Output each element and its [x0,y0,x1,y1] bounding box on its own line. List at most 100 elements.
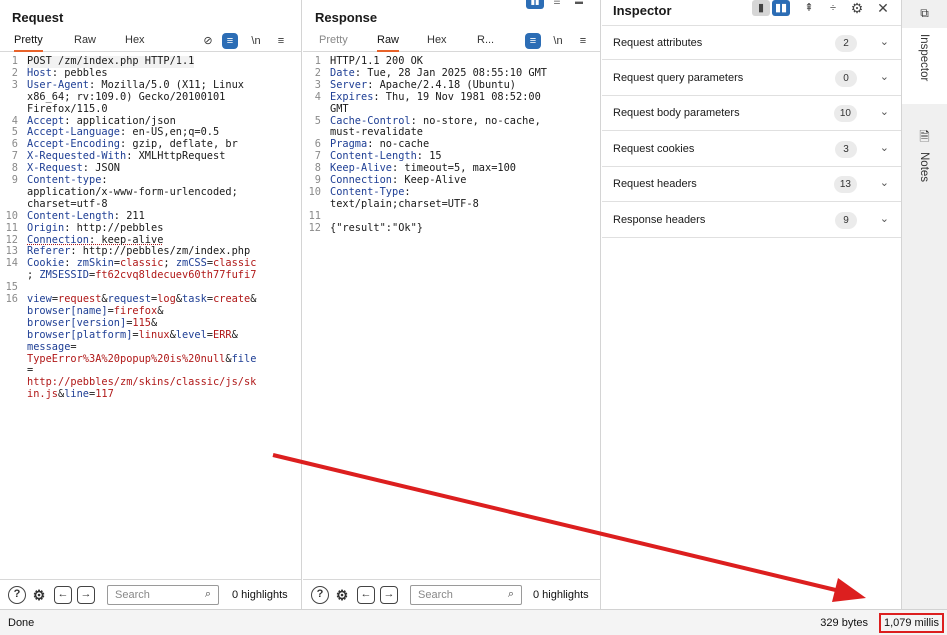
chevron-down-icon[interactable]: ⌄ [880,105,889,118]
message-actions-icon[interactable]: ≡ [525,33,541,49]
line-number: 3 [11,78,18,91]
response-search-input[interactable]: Search ⌕ [410,585,522,605]
chevron-down-icon[interactable]: ⌄ [880,212,889,225]
inspector-pane: Inspector ▮ ▮▮ ⇞ ÷ ⚙ ✕ Request attribute… [602,0,902,609]
previous-arrow-icon[interactable]: ← [357,586,375,604]
inspector-section-row[interactable]: Request query parameters 0 ⌄ [602,61,901,96]
status-text: Done [8,617,35,629]
message-actions-icon[interactable]: ≡ [222,33,238,49]
rail-tab-notes-label: Notes [918,152,930,183]
code-line: User-Agent: Mozilla/5.0 (X11; Linux [27,78,244,91]
inspector-count-badge: 2 [835,35,857,52]
highlights-count: 0 highlights [533,589,589,601]
rail-top-icon[interactable]: ⧉ [902,6,947,21]
settings-gear-icon[interactable]: ⚙ [333,586,351,604]
tab-raw[interactable]: Raw [377,34,400,52]
next-arrow-icon[interactable]: → [77,586,95,604]
code-line: application/x-www-form-urlencoded; [27,185,238,198]
help-icon[interactable]: ? [8,586,26,604]
newline-toggle-icon[interactable]: \n [550,33,566,49]
help-icon[interactable]: ? [311,586,329,604]
inspector-section-row[interactable]: Request headers 13 ⌄ [602,167,901,202]
tab-render[interactable]: R... [477,34,494,50]
tab-hex[interactable]: Hex [125,34,145,50]
inspector-section-label: Request headers [613,178,697,190]
layout-vertical-icon[interactable]: ☰ [548,0,566,9]
inspector-section-row[interactable]: Request attributes 2 ⌄ [602,25,901,60]
chevron-down-icon[interactable]: ⌄ [880,70,889,83]
code-line: TypeError%3A%20popup%20is%20null&file [27,352,257,365]
inspector-section-label: Request attributes [613,37,703,49]
inspector-section-row[interactable]: Request cookies 3 ⌄ [602,132,901,167]
line-number: 12 [308,221,321,234]
layout-tabs-icon[interactable]: ▬ [570,0,588,9]
tab-raw[interactable]: Raw [74,34,96,50]
inspector-title: Inspector [613,3,672,18]
expand-all-icon[interactable]: ÷ [824,0,842,16]
tab-pretty[interactable]: Pretty [14,34,43,52]
inspector-count-badge: 10 [833,105,857,122]
inspector-section-label: Request body parameters [613,107,740,119]
layout-side-by-side-icon[interactable]: ▮▮ [526,0,544,9]
inspector-layout-icon[interactable]: ▮ [752,0,770,16]
inspector-header: Inspector ▮ ▮▮ ⇞ ÷ ⚙ ✕ [602,0,901,22]
search-placeholder: Search [418,589,453,601]
code-line: Expires: Thu, 19 Nov 1981 08:52:00 [330,90,541,103]
next-arrow-icon[interactable]: → [380,586,398,604]
code-line: text/plain;charset=UTF-8 [330,197,479,210]
inspector-section-row[interactable]: Request body parameters 10 ⌄ [602,96,901,131]
tab-hex[interactable]: Hex [427,34,447,50]
line-number: 5 [314,114,321,127]
inspector-settings-icon[interactable]: ⚙ [848,0,866,16]
inspector-section-row[interactable]: Response headers 9 ⌄ [602,203,901,238]
inspector-section-label: Response headers [613,213,706,226]
newline-toggle-icon[interactable]: \n [248,33,264,49]
rail-tab-inspector[interactable]: Inspector [902,28,947,104]
menu-icon[interactable]: ≡ [273,33,289,49]
response-pane: Response Pretty Raw Hex R... ≡ \n ≡ 1 HTT… [303,0,601,609]
side-rail: ⧉ Inspector 🗎 Notes [902,0,947,609]
inspector-layout-active-icon[interactable]: ▮▮ [772,0,790,16]
search-icon: ⌕ [204,588,211,600]
request-search-bar: ? ⚙ ← → Search ⌕ 0 highlights [0,579,301,609]
response-search-bar: ? ⚙ ← → Search ⌕ 0 highlights [303,579,600,609]
rail-tab-inspector-label: Inspector [918,34,930,82]
previous-arrow-icon[interactable]: ← [54,586,72,604]
inspector-count-badge: 3 [835,140,857,158]
rail-tab-notes[interactable]: Notes [902,150,947,190]
line-number: 16 [5,293,18,305]
close-icon[interactable]: ✕ [874,0,892,16]
chevron-down-icon[interactable]: ⌄ [880,141,889,154]
code-line: ; ZMSESSID=ft62cvq8ldecuev60th77fufi7 [27,269,257,282]
line-number: 11 [308,209,321,222]
menu-icon[interactable]: ≡ [575,33,591,49]
line-number: 3 [314,78,321,91]
line-number: 2 [11,66,18,79]
line-number: 2 [314,66,321,79]
chevron-down-icon[interactable]: ⌄ [880,35,889,48]
line-number: 10 [5,209,18,222]
status-bar: Done 329 bytes 1,079 millis [0,609,947,635]
hide-eye-icon[interactable]: ⊘ [200,33,216,49]
response-title: Response [315,10,378,25]
search-icon: ⌕ [507,588,514,600]
request-search-input[interactable]: Search ⌕ [107,585,219,605]
line-number: 10 [308,185,321,198]
code-line: {"result":"Ok"} [330,221,423,234]
line-number: 9 [11,174,18,186]
line-number: 11 [5,221,18,234]
notes-icon[interactable]: 🗎 [902,128,947,150]
request-view-tabs: Pretty Raw Hex ⊘ ≡ \n ≡ [0,30,301,52]
response-view-tabs: Pretty Raw Hex R... ≡ \n ≡ [303,30,600,52]
response-time-highlight: 1,079 millis [878,613,944,633]
settings-gear-icon[interactable]: ⚙ [30,586,48,604]
highlights-count: 0 highlights [232,589,288,601]
inspector-section-label: Request cookies [613,142,695,155]
search-placeholder: Search [115,589,150,601]
request-title: Request [12,10,64,25]
inspector-count-badge: 0 [835,69,857,87]
tab-pretty[interactable]: Pretty [319,34,348,50]
chevron-down-icon[interactable]: ⌄ [880,176,889,189]
response-size: 329 bytes [820,617,868,629]
collapse-all-icon[interactable]: ⇞ [800,0,818,16]
